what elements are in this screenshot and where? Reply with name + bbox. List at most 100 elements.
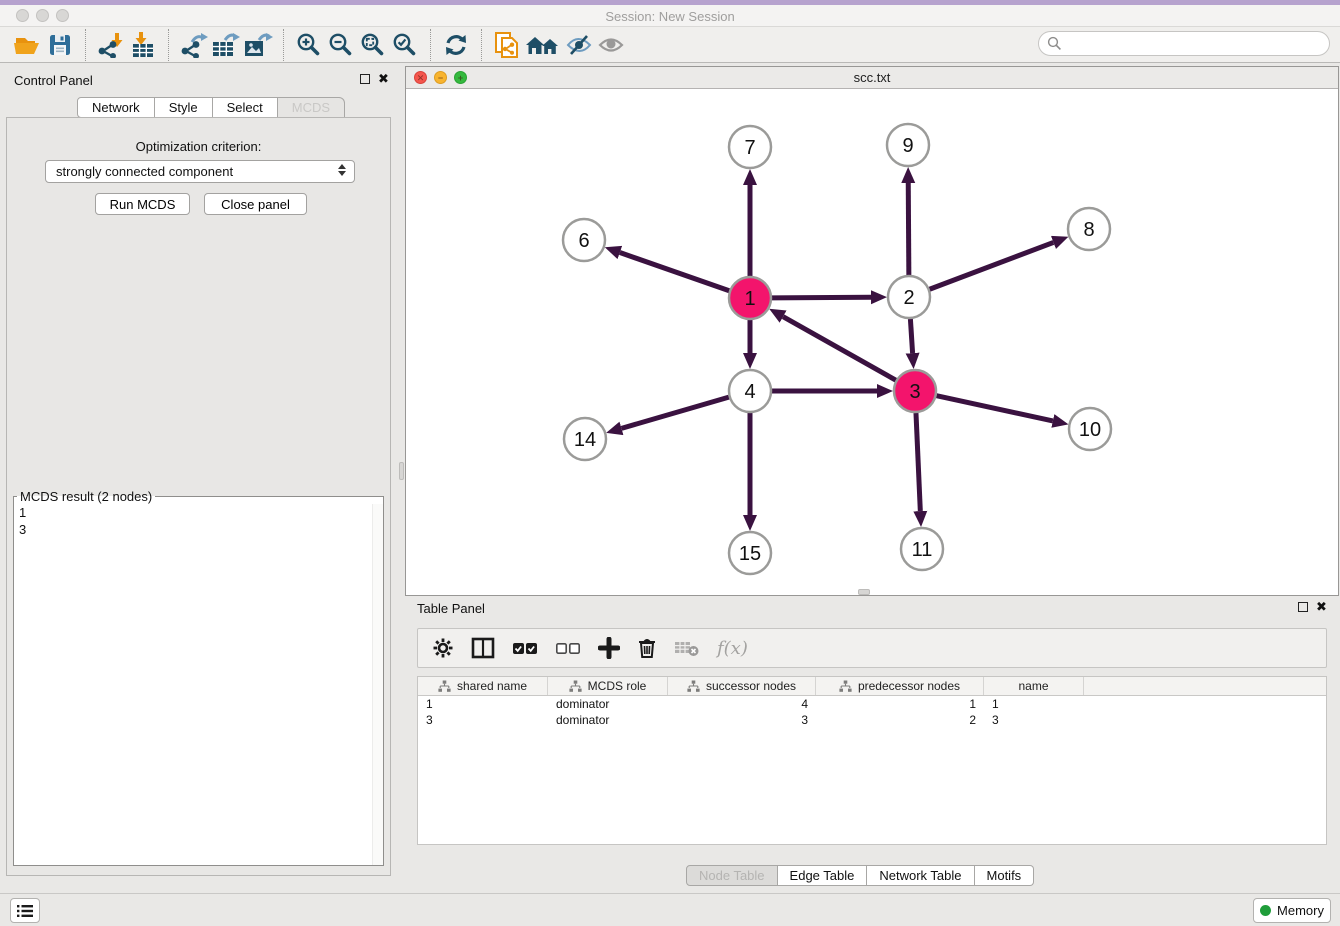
table-panel: Table Panel ✖ [405,596,1340,886]
duplicate-network-icon [493,31,521,59]
eye-icon [597,33,625,57]
edge-3-1[interactable] [783,317,896,381]
tab-node-table[interactable]: Node Table [686,865,778,886]
cell-name[interactable]: 1 [984,697,1084,711]
float-table-panel-icon[interactable] [1298,602,1308,612]
select-all-columns-button[interactable] [512,640,538,656]
edge-2-3[interactable] [910,319,912,353]
node-label-2: 2 [903,287,914,309]
tab-style[interactable]: Style [155,97,213,118]
tab-motifs[interactable]: Motifs [975,865,1035,886]
edge-1-6[interactable] [620,253,729,291]
network-graph[interactable]: 7968124314101511 [406,89,1338,595]
zoom-out-button[interactable] [325,30,357,60]
cell-shared-name[interactable]: 1 [418,697,548,711]
edge-3-11[interactable] [916,413,920,511]
export-image-button[interactable] [242,30,274,60]
edge-2-9[interactable] [908,183,909,275]
search-icon [1047,36,1062,51]
import-table-button[interactable] [127,30,159,60]
cell-name[interactable]: 3 [984,713,1084,727]
open-session-button[interactable] [12,30,44,60]
float-panel-icon[interactable] [360,74,370,84]
mcds-result-line: 1 [14,504,383,521]
close-table-panel-icon[interactable]: ✖ [1316,602,1327,612]
table-settings-button[interactable] [432,637,454,659]
deselect-all-columns-button[interactable] [555,640,581,656]
column-header-mcds-role[interactable]: MCDS role [548,677,668,695]
import-network-button[interactable] [95,30,127,60]
cell-successor-nodes[interactable]: 4 [668,697,816,711]
zoom-in-button[interactable] [293,30,325,60]
close-panel-icon[interactable]: ✖ [378,74,389,84]
edge-4-14[interactable] [621,397,728,428]
trash-icon [637,637,657,659]
zoom-fit-button[interactable] [357,30,389,60]
tab-mcds[interactable]: MCDS [278,97,345,118]
tab-select[interactable]: Select [213,97,278,118]
function-builder-button[interactable]: f(x) [717,638,748,659]
criterion-dropdown[interactable]: strongly connected component [45,160,355,183]
close-panel-button[interactable]: Close panel [204,193,307,215]
network-title: scc.txt [406,70,1338,85]
cell-mcds-role[interactable]: dominator [548,713,668,727]
open-folder-icon [13,33,43,57]
dropdown-stepper-icon [338,164,346,176]
result-scrollbar[interactable] [372,504,383,865]
optimization-criterion-label: Optimization criterion: [7,139,390,154]
tab-network[interactable]: Network [77,97,155,118]
edge-3-10[interactable] [936,396,1052,421]
attribute-icon [839,680,852,693]
delete-table-icon [674,639,700,657]
export-table-button[interactable] [210,30,242,60]
edge-2-8[interactable] [930,242,1054,289]
mcds-result-line: 3 [14,521,383,538]
home-layout-button[interactable] [523,30,563,60]
panel-splitter-handle[interactable] [399,462,404,480]
mcds-result-area[interactable]: 1 3 [14,504,383,865]
duplicate-network-button[interactable] [491,30,523,60]
network-window-titlebar[interactable]: ✕ − + scc.txt [406,67,1338,89]
hide-network-button[interactable] [563,30,595,60]
cell-predecessor-nodes[interactable]: 2 [816,713,984,727]
add-column-button[interactable] [598,637,620,659]
delete-column-button[interactable] [637,637,657,659]
node-label-8: 8 [1083,219,1094,241]
table-row[interactable]: 3 dominator 3 2 3 [418,712,1326,728]
gear-icon [432,637,454,659]
save-session-button[interactable] [44,30,76,60]
toolbar-separator [481,29,482,61]
run-mcds-button[interactable]: Run MCDS [95,193,190,215]
cell-mcds-role[interactable]: dominator [548,697,668,711]
zoom-fit-icon [360,32,386,58]
edge-1-2[interactable] [772,297,871,298]
network-canvas[interactable]: 7968124314101511 [406,89,1338,595]
memory-button[interactable]: Memory [1253,898,1331,923]
column-label: predecessor nodes [858,679,960,693]
criterion-value: strongly connected component [56,164,233,179]
tab-network-table[interactable]: Network Table [867,865,974,886]
table-header-row: shared name MCDS role successor nodes pr… [418,677,1326,696]
table-panel-title: Table Panel [417,601,485,616]
column-header-shared-name[interactable]: shared name [418,677,548,695]
zoom-selected-button[interactable] [389,30,421,60]
tab-edge-table[interactable]: Edge Table [778,865,868,886]
cell-successor-nodes[interactable]: 3 [668,713,816,727]
save-icon [48,33,72,57]
column-header-predecessor-nodes[interactable]: predecessor nodes [816,677,984,695]
table-tabs: Node Table Edge Table Network Table Moti… [686,865,1034,886]
export-network-button[interactable] [178,30,210,60]
table-row[interactable]: 1 dominator 4 1 1 [418,696,1326,712]
show-network-button[interactable] [595,30,627,60]
delete-table-button[interactable] [674,639,700,657]
view-splitter-handle[interactable] [858,589,870,595]
export-network-icon [180,32,208,58]
column-header-name[interactable]: name [984,677,1084,695]
column-header-successor-nodes[interactable]: successor nodes [668,677,816,695]
search-input[interactable] [1038,31,1330,56]
show-panels-button[interactable] [10,898,40,923]
cell-shared-name[interactable]: 3 [418,713,548,727]
cell-predecessor-nodes[interactable]: 1 [816,697,984,711]
refresh-network-button[interactable] [440,30,472,60]
split-column-button[interactable] [471,637,495,659]
